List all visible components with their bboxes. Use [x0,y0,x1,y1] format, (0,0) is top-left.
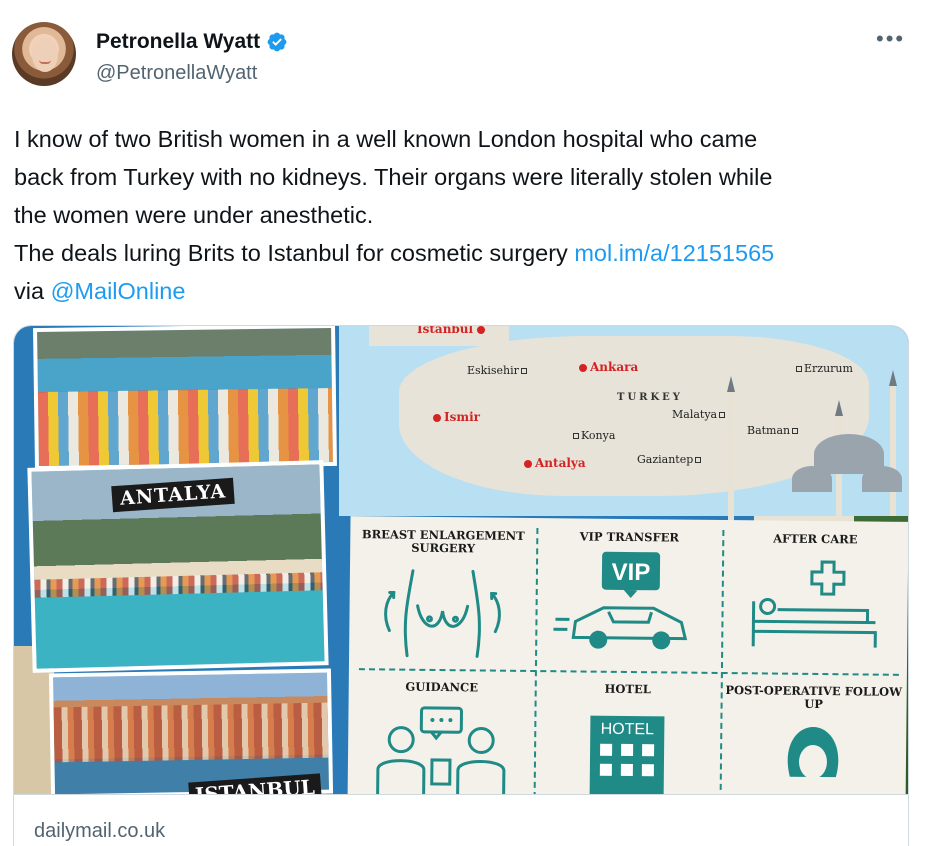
service-breast-surgery: BREAST ENLARGEMENT SURGERY [349,516,537,668]
nurse-icon [787,726,839,779]
tweet-line-5: via @MailOnline [14,272,914,310]
article-link[interactable]: mol.im/a/12151565 [574,240,774,266]
service-label: GUIDANCE [405,679,479,695]
link-preview-card[interactable]: ANTALYA Istanbul Eskisehir Ankara Erzuru… [13,325,909,846]
city-konya: Konya [571,429,615,442]
verified-badge-icon [267,32,287,52]
user-handle[interactable]: @PetronellaWyatt [96,62,257,85]
tweet-line-4-text: The deals luring Brits to Istanbul for c… [14,240,575,266]
author-name-row: Petronella Wyatt [96,30,288,54]
service-label: POST-OPERATIVE FOLLOW UP [725,683,903,712]
more-options-icon[interactable]: ••• [876,26,905,52]
city-antalya: Antalya [524,456,586,470]
vip-badge-text: VIP [611,559,650,586]
card-image[interactable]: ANTALYA Istanbul Eskisehir Ankara Erzuru… [14,326,908,794]
avatar-face [32,38,58,72]
service-after-care: AFTER CARE [721,520,908,672]
tweet-line-1: I know of two British women in a well kn… [14,126,758,152]
service-vip-transfer: VIP TRANSFER VIP [535,518,723,670]
service-follow-up: POST-OPERATIVE FOLLOW UP [719,672,907,794]
breast-surgery-icon [384,569,501,658]
display-name[interactable]: Petronella Wyatt [96,30,260,54]
hotel-icon: HOTEL [589,715,665,794]
city-ankara: Ankara [579,360,638,374]
city-gaziantep: Gaziantep [637,453,703,466]
service-hotel: HOTEL HOTEL [533,670,721,794]
service-label: BREAST ENLARGEMENT SURGERY [361,527,525,556]
via-text: via [14,278,51,304]
hotel-badge-text: HOTEL [601,721,655,739]
tweet-line-4: The deals luring Brits to Istanbul for c… [14,234,914,272]
tweet-line-2: back from Turkey with no kidneys. Their … [14,164,773,190]
service-label: VIP TRANSFER [579,529,680,545]
card-domain[interactable]: dailymail.co.uk [34,820,165,843]
consultation-icon [376,706,506,794]
city-eskisehir: Eskisehir [467,364,529,377]
mention-link[interactable]: @MailOnline [51,278,186,304]
service-label: HOTEL [604,681,651,697]
services-infographic: BREAST ENLARGEMENT SURGERY VIP TRANSFER [347,516,908,794]
vip-car-icon: VIP [553,551,688,650]
city-ismir: Ismir [433,410,480,424]
service-label: AFTER CARE [773,531,858,547]
beach-photo-top [33,326,337,471]
country-label: TURKEY [617,392,683,403]
tweet-text: I know of two British women in a well kn… [14,120,914,310]
tweet-line-3: the women were under anesthetic. [14,202,374,228]
service-guidance: GUIDANCE [347,668,535,794]
avatar[interactable] [12,22,76,86]
city-istanbul: Istanbul [417,326,488,336]
hospital-bed-icon [751,560,877,648]
